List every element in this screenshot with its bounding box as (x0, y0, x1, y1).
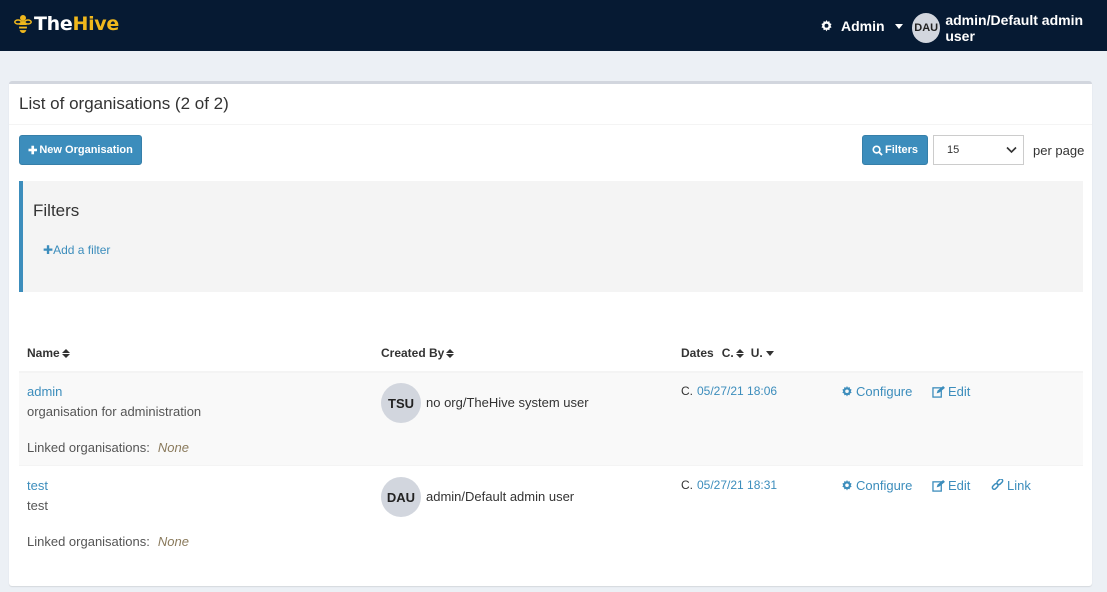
table-row: test test Linked organisations: None DAU … (19, 467, 1083, 560)
creator-avatar: TSU (381, 383, 421, 423)
linked-organisations-label: Linked organisations: (27, 440, 150, 455)
top-navbar: TheHive Admin DAU admin/Default admin us… (0, 0, 1107, 51)
link-button[interactable]: Link (991, 478, 1031, 493)
chevron-down-icon (1006, 146, 1017, 154)
linked-organisations: Linked organisations: None (27, 534, 189, 549)
organisation-name-link[interactable]: admin (27, 384, 62, 399)
created-date: C. 05/27/21 18:06 (681, 384, 777, 398)
bee-icon (14, 15, 32, 33)
edit-icon (932, 479, 945, 492)
add-filter-link[interactable]: ✚Add a filter (43, 243, 110, 257)
creator-name: admin/Default admin user (426, 489, 575, 504)
user-menu[interactable]: DAU admin/Default admin user (912, 12, 1107, 44)
configure-button[interactable]: Configure (841, 478, 912, 493)
page-size-value: 15 (947, 144, 960, 156)
gear-icon (842, 479, 852, 490)
link-icon (991, 479, 1004, 491)
sort-updated-label: U. (750, 346, 763, 360)
created-date-value[interactable]: 05/27/21 18:06 (697, 384, 777, 398)
created-date-prefix: C. (681, 478, 693, 492)
created-date-prefix: C. (681, 384, 693, 398)
organisation-description: organisation for administration (27, 404, 202, 419)
sort-updated[interactable]: U. (751, 346, 774, 360)
organisation-description: test (27, 498, 48, 513)
column-header-dates: Dates C. U. (681, 346, 774, 360)
link-label: Link (1007, 478, 1031, 493)
new-organisation-button[interactable]: ✚ New Organisation (19, 135, 142, 165)
new-organisation-label: New Organisation (39, 144, 133, 156)
column-header-name-label: Name (27, 346, 60, 360)
sort-icon (735, 348, 744, 358)
filter-panel-title: Filters (33, 201, 80, 220)
user-avatar: DAU (912, 13, 941, 43)
edit-button[interactable]: Edit (932, 384, 970, 399)
filter-panel: Filters ✚Add a filter (19, 181, 1083, 292)
add-filter-label: Add a filter (53, 243, 111, 257)
linked-organisations: Linked organisations: None (27, 440, 189, 455)
created-date-value[interactable]: 05/27/21 18:31 (697, 478, 777, 492)
edit-label: Edit (948, 384, 971, 399)
linked-organisations-label: Linked organisations: (27, 534, 150, 549)
creator-avatar: DAU (381, 477, 421, 517)
box-header: List of organisations (2 of 2) (9, 84, 1092, 125)
app-logo[interactable]: TheHive (14, 13, 119, 35)
page-title: List of organisations (2 of 2) (19, 94, 229, 113)
filters-button-label: Filters (884, 144, 918, 156)
caret-down-icon (894, 23, 903, 29)
sort-icon (446, 348, 455, 358)
search-icon (872, 144, 883, 156)
created-date: C. 05/27/21 18:31 (681, 478, 777, 492)
sort-desc-icon (765, 350, 774, 356)
per-page-label: per page (1033, 143, 1085, 158)
organisations-box: List of organisations (2 of 2) ✚ New Org… (9, 81, 1092, 586)
creator-name: no org/TheHive system user (426, 395, 589, 410)
linked-organisations-value: None (157, 534, 189, 549)
gear-icon (821, 19, 832, 31)
configure-button[interactable]: Configure (841, 384, 912, 399)
filters-button[interactable]: Filters (862, 135, 928, 165)
column-header-created-by-label: Created By (381, 346, 445, 360)
configure-label: Configure (856, 384, 913, 399)
table-row: admin organisation for administration Li… (19, 373, 1083, 466)
configure-label: Configure (856, 478, 913, 493)
admin-menu[interactable]: Admin (820, 18, 903, 34)
page-size-select[interactable]: 15 (933, 135, 1024, 165)
plus-icon: ✚ (43, 243, 54, 257)
column-header-name[interactable]: Name (27, 346, 70, 360)
linked-organisations-value: None (157, 440, 189, 455)
edit-button[interactable]: Edit (932, 478, 970, 493)
admin-menu-label: Admin (841, 18, 885, 34)
edit-label: Edit (948, 478, 971, 493)
column-header-dates-label: Dates (681, 346, 714, 360)
plus-icon: ✚ (28, 144, 38, 157)
sort-created-label: C. (721, 346, 734, 360)
sort-icon (61, 348, 70, 358)
column-header-created-by[interactable]: Created By (381, 346, 455, 360)
organisation-name-link[interactable]: test (27, 478, 48, 493)
sort-created[interactable]: C. (722, 346, 744, 360)
edit-icon (932, 385, 945, 398)
logo-text: TheHive (34, 13, 119, 35)
user-menu-label: admin/Default admin user (945, 12, 1084, 44)
gear-icon (842, 385, 852, 396)
